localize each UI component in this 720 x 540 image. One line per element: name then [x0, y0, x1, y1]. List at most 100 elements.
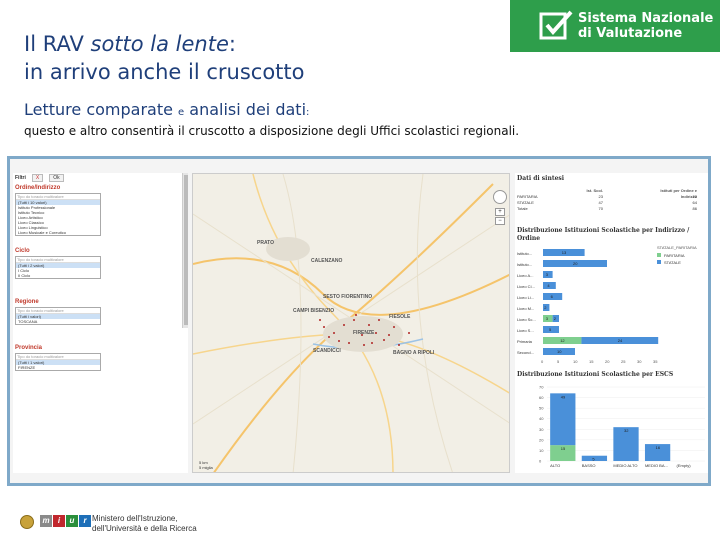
map-school-marker[interactable]	[408, 332, 410, 334]
logo-letter-square: u	[66, 515, 78, 527]
map-school-marker[interactable]	[323, 326, 325, 328]
map-school-marker[interactable]	[388, 334, 390, 336]
legend-swatch	[657, 253, 661, 257]
chart2-value-label: 15	[561, 446, 566, 451]
section-subtitle: Letture comparate e analisi dei dati:	[24, 100, 309, 119]
summary-row: Totale 70 86	[517, 206, 697, 212]
chart2-value-label: 16	[656, 445, 661, 450]
filters-scrollbar[interactable]	[182, 173, 188, 328]
legend-subtitle: STATALE_PARITARIA	[657, 245, 697, 250]
clear-filters-button[interactable]: X	[31, 174, 44, 182]
chart2-y-tick: 40	[539, 416, 544, 421]
summary-panel: Dati di sintesi Ist. Scol. Istituti per …	[515, 173, 708, 473]
chart1-value-label: 10	[557, 349, 562, 354]
filter-section-title: Provincia	[15, 345, 43, 351]
map-roads	[193, 174, 509, 472]
logo-letter-square: m	[40, 515, 52, 527]
filter-option[interactable]: II Ciclo	[16, 273, 100, 278]
chart2-category-label: MEDIO ALTO	[613, 463, 637, 468]
checkbox-icon	[539, 10, 573, 40]
subtitle-part4: :	[306, 107, 310, 118]
map-school-marker[interactable]	[348, 342, 350, 344]
filters-label: Filtri	[15, 175, 26, 181]
miur-logo: miur	[40, 515, 91, 527]
chart1-x-tick: 15	[589, 359, 594, 364]
filter-section-title: Ordine/Indirizzo	[15, 185, 61, 191]
chart1-category-label: Liceo Cl...	[517, 284, 535, 289]
subtitle-part1: Letture comparate	[24, 100, 179, 119]
map-label: BAGNO A RIPOLI	[393, 350, 435, 356]
title-prefix: Il RAV	[24, 32, 91, 56]
filter-section-title: Regione	[15, 299, 39, 305]
chart2-bar-statale	[550, 393, 576, 446]
map-school-marker[interactable]	[368, 324, 370, 326]
filter-listbox[interactable]: Tipo do toracio multivalore (Tutti i 2 va…	[15, 256, 101, 279]
chart1-category-label: Liceo A...	[517, 273, 533, 278]
summary-title: Dati di sintesi	[517, 175, 565, 182]
map-school-marker[interactable]	[398, 344, 400, 346]
filters-toolbar: Filtri X Ok	[13, 173, 188, 183]
filter-listbox[interactable]: Tipo do toracio multivalore (Tutti i 10 v…	[15, 193, 101, 236]
chart1-value-label: 13	[562, 250, 567, 255]
chart1-x-tick: 0	[541, 359, 544, 364]
filter-listbox[interactable]: Tipo do toracio multivalore (Tutti i 1 va…	[15, 353, 101, 371]
title-italic: sotto la lente	[90, 32, 229, 56]
escs-bar-chart: 0102030405060704915ALTO5BASSO32MEDIO ALT…	[539, 385, 705, 468]
filter-option[interactable]: TOSCANA	[16, 319, 100, 324]
chart2-title: Distribuzione Istituzioni Scolastiche pe…	[517, 371, 674, 378]
subtitle-part3: analisi dei dati	[184, 100, 307, 119]
summary-table: Ist. Scol. Istituti per Ordine e Indiriz…	[517, 188, 697, 212]
map-scale: 5 km 5 miglia	[199, 460, 213, 470]
summary-cell: 86	[692, 206, 697, 211]
map-school-marker[interactable]	[343, 324, 345, 326]
map-label: PRATO	[257, 240, 275, 246]
logo-letter-square: r	[79, 515, 91, 527]
map-label: CAMPI BISENZIO	[293, 308, 335, 314]
zoom-out-button[interactable]: −	[495, 217, 505, 225]
description: questo e altro consentirà il cruscotto a…	[24, 124, 520, 138]
filter-section-title: Ciclo	[15, 248, 30, 254]
chart1-title: Distribuzione Istituzioni Scolastiche pe…	[517, 227, 690, 242]
map-view[interactable]: PRATO FIRENZE CALENZANO SCANDICCI FIESOL…	[192, 173, 510, 473]
map-school-marker[interactable]	[319, 319, 321, 321]
chart2-y-tick: 10	[539, 448, 544, 453]
map-school-marker[interactable]	[363, 344, 365, 346]
map-school-marker[interactable]	[353, 319, 355, 321]
scrollbar-thumb[interactable]	[184, 175, 188, 325]
chart2-value-label: 49	[561, 394, 566, 399]
zoom-in-button[interactable]: +	[495, 208, 505, 216]
map-school-marker[interactable]	[371, 342, 373, 344]
filter-listbox[interactable]: Tipo do toracio multivalore (Tutti i valo…	[15, 307, 101, 325]
chart1-value-label: 20	[573, 261, 578, 266]
summary-cell: Totale	[517, 206, 528, 211]
chart1-category-label: Liceo Sc...	[517, 317, 536, 322]
map-school-marker[interactable]	[338, 340, 340, 342]
map-pan-control[interactable]	[493, 190, 507, 204]
map-school-marker[interactable]	[328, 336, 330, 338]
chart1-category-label: Liceo S...	[517, 328, 534, 333]
chart2-category-label: (Empty)	[677, 463, 692, 468]
apply-filters-button[interactable]: Ok	[49, 174, 64, 182]
chart1-value-label: 24	[618, 338, 623, 343]
footer: miur Ministero dell'Istruzione, dell'Uni…	[0, 500, 720, 540]
summary-rows: PARITARIA 23 22 STATALE 47 64 Totale 70 86	[517, 194, 697, 212]
brand-logo: Sistema Nazionale di Valutazione	[510, 0, 720, 52]
chart2-category-label: MEDIO BA...	[645, 463, 668, 468]
map-school-marker[interactable]	[333, 332, 335, 334]
map-school-marker[interactable]	[383, 339, 385, 341]
chart2-y-tick: 30	[539, 427, 544, 432]
legend-label: STATALE	[664, 260, 681, 265]
chart1-x-tick: 20	[605, 359, 610, 364]
map-school-marker[interactable]	[393, 326, 395, 328]
chart1-category-label: Istituto...	[517, 262, 532, 267]
chart2-y-tick: 50	[539, 406, 544, 411]
map-school-marker[interactable]	[355, 314, 357, 316]
map-school-marker[interactable]	[375, 332, 377, 334]
map-school-marker[interactable]	[378, 319, 380, 321]
map-label: CALENZANO	[311, 258, 343, 264]
title-line2: in arrivo anche il cruscotto	[24, 60, 305, 84]
brand-line2: di Valutazione	[578, 26, 683, 41]
filter-option[interactable]: FIRENZE	[16, 365, 100, 370]
dashboard-screenshot: Filtri X Ok Ordine/Indirizzo Tipo do tora…	[7, 156, 711, 486]
filter-option[interactable]: Liceo Musicale e Coreutico	[16, 230, 100, 235]
